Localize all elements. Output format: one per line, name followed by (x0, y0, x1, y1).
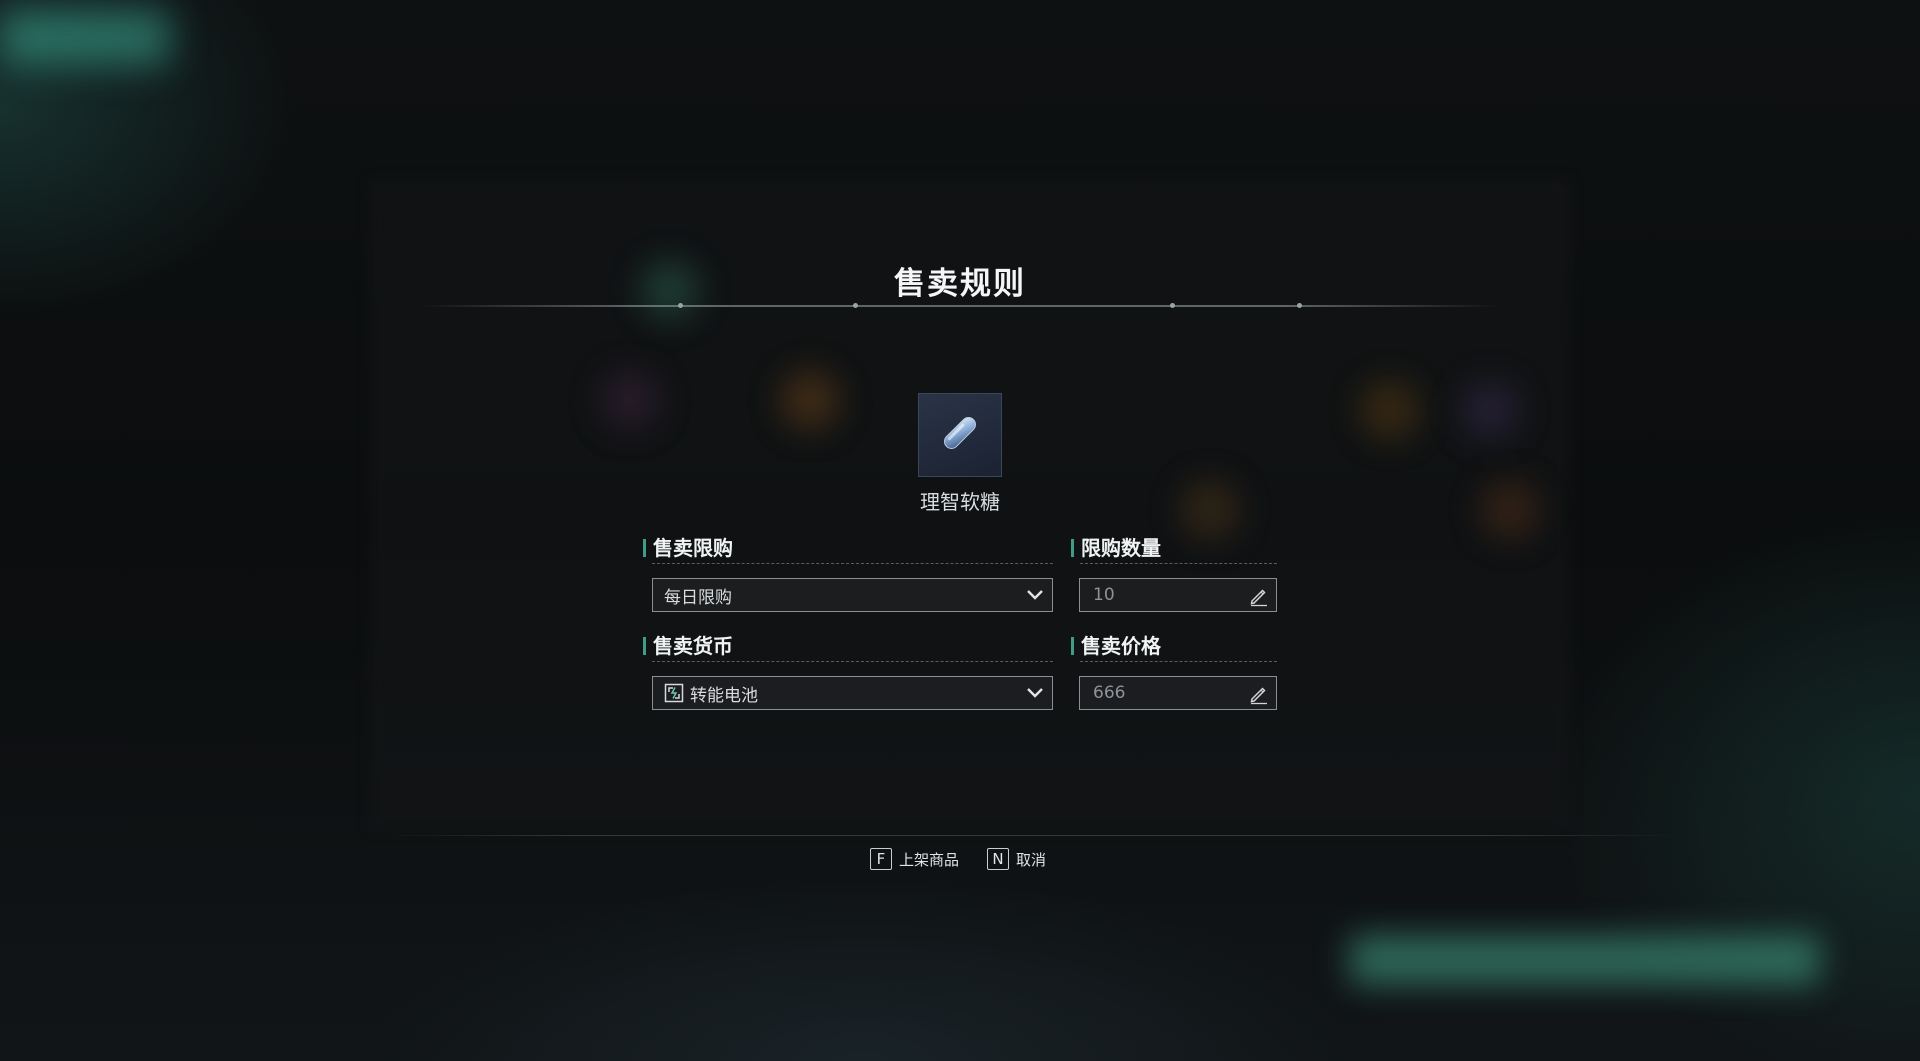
divider-dot (678, 303, 683, 308)
limit-quantity-label: 限购数量 (1071, 535, 1161, 561)
list-item-label: 上架商品 (899, 850, 960, 869)
sale-limit-value: 每日限购 (664, 587, 732, 608)
cancel-button[interactable]: N 取消 (987, 847, 1046, 871)
background-glow (0, 10, 170, 65)
background-blur (600, 370, 660, 430)
cancel-label: 取消 (1016, 850, 1047, 869)
footer-divider (380, 835, 1680, 836)
key-hint-f: F (870, 848, 892, 870)
title-divider (420, 305, 1500, 307)
dialog-title: 售卖规则 (894, 266, 1026, 302)
sale-currency-select[interactable]: 转能电池 (652, 676, 1053, 710)
item-name: 理智软糖 (920, 490, 1000, 514)
battery-icon (664, 683, 684, 703)
capsule-icon (935, 408, 985, 462)
edit-icon[interactable] (1248, 585, 1270, 607)
sale-price-placeholder: 666 (1093, 683, 1126, 703)
sale-limit-select[interactable]: 每日限购 (652, 578, 1053, 612)
field-divider (1080, 563, 1277, 564)
chevron-down-icon[interactable] (1018, 578, 1052, 612)
field-divider (1080, 661, 1277, 662)
sale-price-label: 售卖价格 (1071, 633, 1161, 659)
item-tile (918, 393, 1002, 477)
background-blur (1460, 380, 1520, 440)
limit-quantity-placeholder: 10 (1093, 585, 1115, 605)
background-button-glow (1350, 935, 1820, 985)
edit-icon[interactable] (1248, 683, 1270, 705)
list-item-button[interactable]: F 上架商品 (870, 847, 959, 871)
sale-limit-label: 售卖限购 (643, 535, 733, 561)
field-divider (652, 661, 1053, 662)
sale-currency-value: 转能电池 (690, 685, 758, 706)
divider-dot (1297, 303, 1302, 308)
divider-dot (853, 303, 858, 308)
limit-quantity-input[interactable]: 10 (1079, 578, 1277, 612)
sale-currency-label: 售卖货币 (643, 633, 733, 659)
divider-dot (1170, 303, 1175, 308)
sale-price-input[interactable]: 666 (1079, 676, 1277, 710)
key-hint-n: N (987, 848, 1009, 870)
background-blur (1360, 380, 1420, 440)
chevron-down-icon[interactable] (1018, 676, 1052, 710)
background-blur (780, 370, 840, 430)
game-screen: 售卖规则 理智软糖 售卖限购 每日限购 限购数量 10 售卖货币 转能电池 售卖… (0, 0, 1920, 1061)
field-divider (652, 563, 1053, 564)
